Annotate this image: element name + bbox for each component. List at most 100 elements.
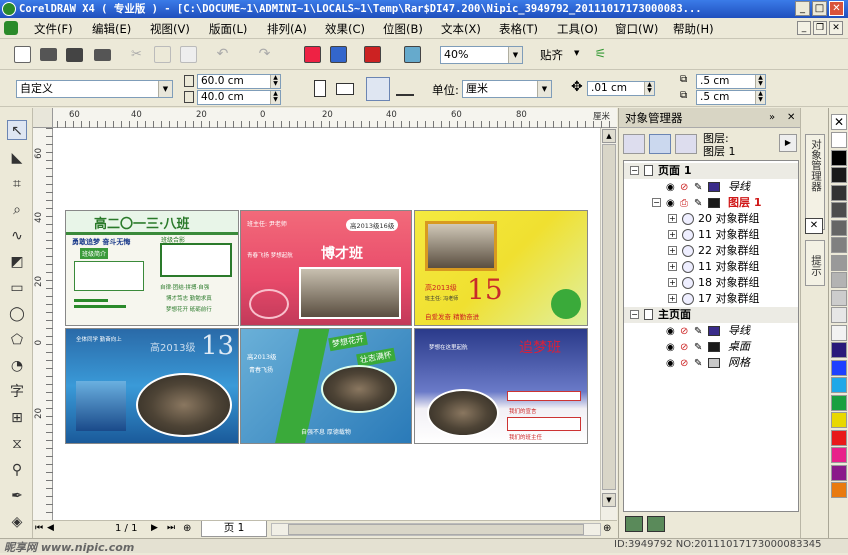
ellipse-tool-icon[interactable]: ◯ bbox=[7, 304, 27, 324]
palette-swatch[interactable] bbox=[831, 167, 847, 183]
design-panel-4[interactable]: 全体同学 勤奋向上 高2013级 13 bbox=[65, 328, 239, 444]
visibility-eye-icon[interactable]: ◉ bbox=[666, 356, 675, 372]
menu-window[interactable]: 窗口(W) bbox=[615, 21, 658, 37]
page-height-input[interactable]: 40.0 cm ▲ ▼ bbox=[197, 90, 281, 105]
editable-pencil-icon[interactable]: ✎ bbox=[694, 340, 702, 356]
tree-group-row[interactable]: +11 对象群组 bbox=[624, 227, 798, 243]
export-icon[interactable] bbox=[330, 46, 347, 63]
minimize-button[interactable]: _ bbox=[795, 1, 810, 16]
expand-toggle-icon[interactable]: − bbox=[652, 198, 661, 207]
freehand-tool-icon[interactable]: ∿ bbox=[7, 226, 27, 246]
design-panel-3[interactable]: 高2013级 班主任: 冯老师 15 自爱发奋 精勤奋进 bbox=[414, 210, 588, 326]
expand-toggle-icon[interactable]: + bbox=[668, 214, 677, 223]
menu-table[interactable]: 表格(T) bbox=[499, 21, 538, 37]
page-width-input[interactable]: 60.0 cm ▲ ▼ bbox=[197, 74, 281, 89]
palette-swatch[interactable] bbox=[831, 394, 847, 411]
smart-fill-tool-icon[interactable]: ◩ bbox=[7, 252, 27, 272]
duplicate-y-input[interactable]: .5 cm ▲ ▼ bbox=[696, 90, 766, 105]
layer-color-swatch[interactable] bbox=[708, 358, 720, 368]
palette-swatch[interactable] bbox=[831, 272, 847, 288]
palette-swatch[interactable] bbox=[831, 149, 847, 166]
menu-help[interactable]: 帮助(H) bbox=[673, 21, 714, 37]
import-icon[interactable] bbox=[304, 46, 321, 63]
printable-icon[interactable]: ⊘ bbox=[680, 324, 688, 340]
design-panel-6[interactable]: 追梦班 梦想在这里起航 我们的宣言 我们的班主任 bbox=[414, 328, 588, 444]
eyedropper-tool-icon[interactable]: ⚲ bbox=[7, 460, 27, 480]
redo-icon[interactable]: ↷ bbox=[256, 46, 273, 63]
open-icon[interactable] bbox=[40, 48, 57, 61]
navigator-icon[interactable]: ⊕ bbox=[603, 523, 611, 534]
unit-select[interactable]: 厘米 ▼ bbox=[462, 80, 552, 98]
docker-close-icon[interactable]: ✕ bbox=[787, 108, 795, 128]
pick-tool-icon[interactable]: ↖ bbox=[7, 120, 27, 140]
app-icon[interactable] bbox=[2, 2, 16, 16]
landscape-button[interactable] bbox=[336, 83, 354, 95]
layer-color-swatch[interactable] bbox=[708, 342, 720, 352]
welcome-screen-icon[interactable] bbox=[404, 46, 421, 63]
spin-arrows-icon[interactable]: ▲ ▼ bbox=[270, 75, 280, 88]
fill-tool-icon[interactable]: ◈ bbox=[7, 512, 27, 532]
menu-file[interactable]: 文件(F) bbox=[34, 21, 73, 37]
palette-swatch[interactable] bbox=[831, 307, 847, 323]
menu-arrange[interactable]: 排列(A) bbox=[267, 21, 307, 37]
drawing-canvas[interactable]: 高二〇一三·八班 勇敢追梦 奋斗无悔 班级简介 班级合影 自律·团结·拼搏·自强… bbox=[53, 128, 600, 520]
tree-layer-row[interactable]: − ◉ ⎙ ✎ 图层 1 bbox=[624, 195, 798, 211]
design-panel-1[interactable]: 高二〇一三·八班 勇敢追梦 奋斗无悔 班级简介 班级合影 自律·团结·拼搏·自强… bbox=[65, 210, 239, 326]
doc-close-button[interactable]: ✕ bbox=[829, 21, 843, 35]
horizontal-scrollbar[interactable] bbox=[271, 523, 601, 536]
show-properties-button[interactable] bbox=[623, 134, 645, 154]
page-size-select[interactable]: 自定义 ▼ bbox=[16, 80, 173, 98]
visibility-eye-icon[interactable]: ◉ bbox=[666, 324, 675, 340]
app-launcher-icon[interactable] bbox=[364, 46, 381, 63]
menu-tools[interactable]: 工具(O) bbox=[557, 21, 598, 37]
current-page-button[interactable] bbox=[396, 82, 414, 96]
spin-arrows-icon[interactable]: ▲ ▼ bbox=[270, 91, 280, 104]
menu-view[interactable]: 视图(V) bbox=[150, 21, 190, 37]
expand-toggle-icon[interactable]: + bbox=[668, 230, 677, 239]
basic-shapes-tool-icon[interactable]: ◔ bbox=[7, 356, 27, 376]
shape-tool-icon[interactable]: ◣ bbox=[7, 148, 27, 168]
editable-pencil-icon[interactable]: ✎ bbox=[694, 180, 702, 196]
layer-color-swatch[interactable] bbox=[708, 182, 720, 192]
spin-arrows-icon[interactable]: ▲ ▼ bbox=[644, 82, 654, 95]
close-tab-icon[interactable]: ✕ bbox=[805, 218, 823, 234]
palette-swatch[interactable] bbox=[831, 412, 847, 428]
design-panel-5[interactable]: 高2013级 青春飞扬 梦想花开 壮志满怀 自强不息 厚德载物 bbox=[240, 328, 412, 444]
expand-toggle-icon[interactable]: + bbox=[668, 246, 677, 255]
tree-layer-row[interactable]: −◉⊘✎网格 bbox=[624, 355, 798, 371]
editable-pencil-icon[interactable]: ✎ bbox=[694, 356, 702, 372]
outline-tool-icon[interactable]: ✒ bbox=[7, 486, 27, 506]
layer-color-swatch[interactable] bbox=[708, 326, 720, 336]
tree-layer-row[interactable]: −◉⊘✎导线 bbox=[624, 323, 798, 339]
cut-icon[interactable]: ✂ bbox=[128, 46, 145, 63]
palette-swatch[interactable] bbox=[831, 359, 847, 376]
expand-toggle-icon[interactable]: + bbox=[668, 294, 677, 303]
palette-swatch[interactable] bbox=[831, 447, 847, 463]
visibility-eye-icon[interactable]: ◉ bbox=[666, 180, 675, 196]
scroll-down-icon[interactable]: ▼ bbox=[602, 493, 616, 507]
printable-icon[interactable]: ⊘ bbox=[680, 180, 688, 196]
expand-toggle-icon[interactable]: − bbox=[630, 166, 639, 175]
expand-toggle-icon[interactable]: − bbox=[630, 310, 639, 319]
tree-group-row[interactable]: +11 对象群组 bbox=[624, 259, 798, 275]
copy-icon[interactable] bbox=[154, 46, 171, 63]
docker-menu-icon[interactable]: ▶ bbox=[779, 134, 797, 152]
print-icon[interactable] bbox=[94, 49, 111, 61]
tab-object-manager[interactable]: 对象管理器 bbox=[805, 134, 825, 230]
palette-swatch[interactable] bbox=[831, 219, 847, 236]
tree-group-row[interactable]: +22 对象群组 bbox=[624, 243, 798, 259]
palette-swatch[interactable] bbox=[831, 254, 847, 271]
spin-arrows-icon[interactable]: ▲ ▼ bbox=[755, 91, 765, 104]
close-button[interactable]: ✕ bbox=[829, 1, 844, 16]
menu-text[interactable]: 文本(X) bbox=[441, 21, 481, 37]
portrait-button[interactable] bbox=[314, 80, 326, 97]
page-tab[interactable]: 页 1 bbox=[201, 521, 267, 537]
horizontal-scroll-thumb[interactable] bbox=[288, 524, 584, 535]
doc-restore-button[interactable]: ❐ bbox=[813, 21, 827, 35]
undo-icon[interactable]: ↶ bbox=[214, 46, 231, 63]
palette-swatch[interactable] bbox=[831, 482, 847, 498]
last-page-icon[interactable]: ⏭ bbox=[167, 523, 175, 533]
first-page-icon[interactable]: ⏮ bbox=[35, 523, 43, 533]
palette-swatch[interactable] bbox=[831, 237, 847, 253]
menu-bitmaps[interactable]: 位图(B) bbox=[383, 21, 423, 37]
